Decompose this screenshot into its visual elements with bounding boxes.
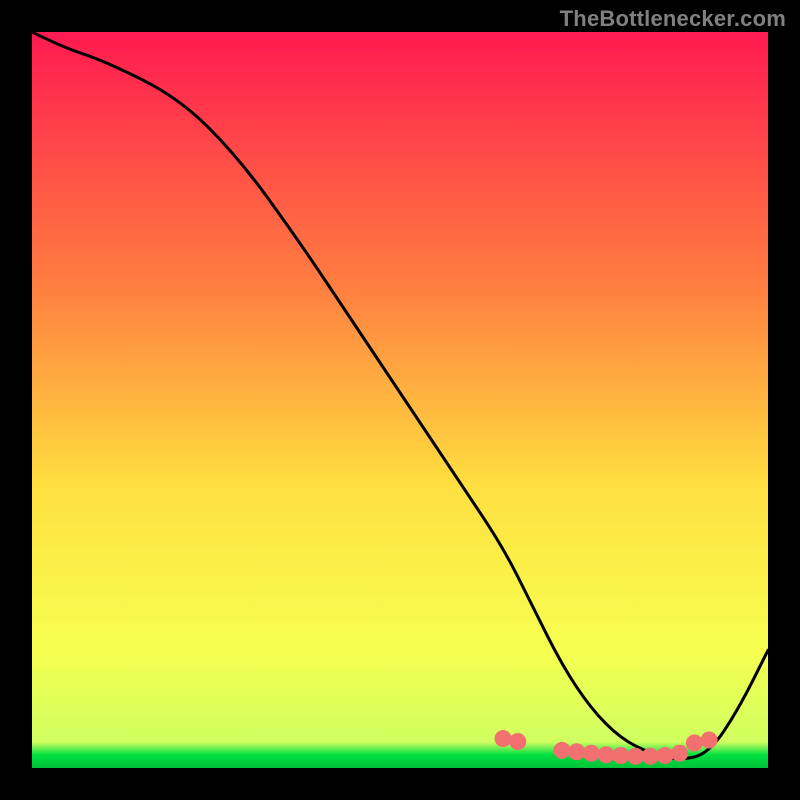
attribution-text: TheBottlenecker.com	[560, 6, 786, 32]
curve-marker	[656, 747, 673, 764]
curve-marker	[509, 733, 526, 750]
curve-marker	[612, 747, 629, 764]
curve-marker	[568, 743, 585, 760]
curve-marker	[686, 734, 703, 751]
curve-marker	[553, 742, 570, 759]
curve-marker	[495, 730, 512, 747]
curve-marker	[583, 745, 600, 762]
bottleneck-chart: TheBottlenecker.com	[0, 0, 800, 800]
curve-marker	[671, 745, 688, 762]
curve-marker	[627, 748, 644, 765]
curve-marker	[598, 746, 615, 763]
curve-marker	[701, 732, 718, 749]
gradient-bg	[32, 32, 768, 768]
plot-svg	[32, 32, 768, 768]
plot-area	[32, 32, 768, 768]
curve-marker	[642, 748, 659, 765]
